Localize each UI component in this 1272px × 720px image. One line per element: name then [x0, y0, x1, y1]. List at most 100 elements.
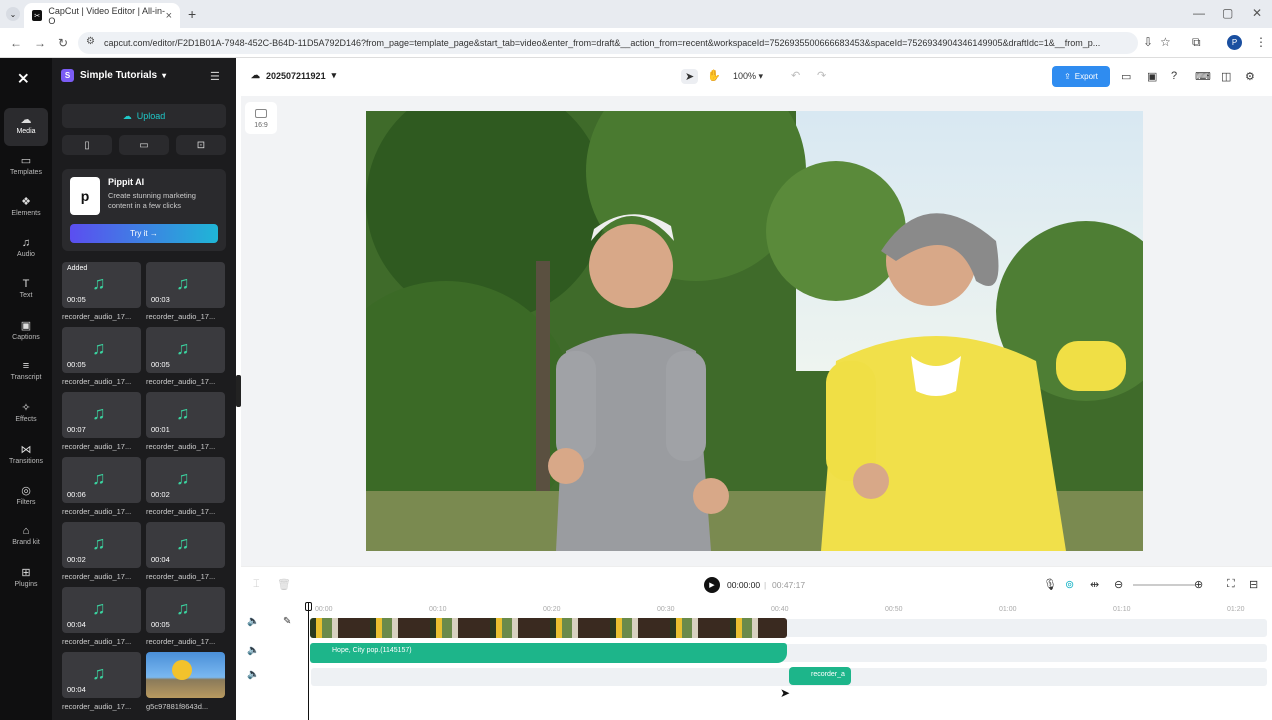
media-audio-tile[interactable]: ♫ 00:04 [62, 587, 141, 633]
split-scene-icon[interactable]: ⇹ [1090, 578, 1099, 591]
nav-media[interactable]: ☁ Media [4, 108, 48, 146]
video-preview-canvas[interactable] [366, 111, 1143, 551]
nav-brand-kit[interactable]: ⌂ Brand kit [4, 520, 48, 558]
media-audio-tile[interactable]: ♫ Added 00:05 [62, 262, 141, 308]
media-audio-tile[interactable]: ♫ 00:03 [146, 262, 225, 308]
media-duration: 00:03 [151, 295, 170, 304]
zoom-dropdown[interactable]: 100% ▾ [733, 71, 763, 82]
undo-icon[interactable]: ↶ [791, 69, 800, 82]
nav-captions[interactable]: ▣ Captions [4, 314, 48, 352]
nav-plugins-icon: ⊞ [21, 567, 31, 580]
aspect-ratio-button[interactable]: 16:9 [245, 102, 277, 134]
try-it-button[interactable]: Try it → [70, 224, 218, 243]
nav-effects[interactable]: ✧ Effects [4, 396, 48, 434]
split-icon[interactable]: ⌶ [253, 578, 260, 591]
phone-upload-button[interactable]: ▯ [62, 135, 112, 155]
back-icon[interactable]: ← [10, 36, 22, 50]
nav-transitions[interactable]: ⋈ Transitions [4, 438, 48, 476]
present-icon[interactable]: ▭ [1121, 70, 1131, 83]
music-audio-clip[interactable]: Hope, City pop.(1145157) [310, 643, 787, 663]
browser-menu-icon[interactable]: ⋮ [1255, 35, 1267, 49]
close-tab-icon[interactable]: × [166, 10, 172, 22]
delete-icon[interactable]: 🗑 [277, 578, 291, 591]
nav-label: Brand kit [12, 539, 40, 546]
music-note-icon: ♫ [92, 338, 106, 358]
nav-audio[interactable]: ♫ Audio [4, 232, 48, 270]
media-audio-tile[interactable]: ♫ 00:05 [146, 327, 225, 373]
record-screen-button[interactable]: ⊡ [176, 135, 226, 155]
install-app-icon[interactable]: ⇩ [1143, 35, 1153, 49]
minimize-icon[interactable]: — [1193, 6, 1205, 20]
media-audio-tile[interactable]: ♫ 00:01 [146, 392, 225, 438]
bookmark-star-icon[interactable]: ☆ [1160, 35, 1171, 49]
nav-elements[interactable]: ❖ Elements [4, 190, 48, 228]
video-clip[interactable] [310, 618, 787, 638]
export-button[interactable]: ⇪ Export [1052, 66, 1110, 87]
maximize-icon[interactable]: ▢ [1222, 6, 1233, 20]
music-note-icon: ♫ [176, 598, 190, 618]
mouse-cursor-icon: ➤ [780, 686, 791, 700]
upload-button[interactable]: ☁ Upload [62, 104, 226, 128]
browser-tab-capcut[interactable]: ✂ CapCut | Video Editor | All-in-O × [24, 3, 180, 28]
zoom-out-icon[interactable]: ⊖ [1114, 578, 1123, 591]
nav-text[interactable]: T Text [4, 273, 48, 311]
record-video-button[interactable]: ▭ [119, 135, 169, 155]
fit-timeline-icon[interactable]: ⛶ [1227, 578, 1235, 591]
tab-search-button[interactable]: ⌄ [6, 7, 20, 21]
reload-icon[interactable]: ↻ [58, 36, 68, 50]
extensions-icon[interactable]: ⧉ [1192, 35, 1201, 50]
nav-transcript-icon: ≡ [22, 360, 30, 373]
media-audio-tile[interactable]: ♫ 00:02 [62, 522, 141, 568]
workspace-selector[interactable]: S Simple Tutorials ▾ [61, 69, 166, 82]
timeline-settings-icon[interactable]: ⊟ [1249, 578, 1258, 591]
time-ruler[interactable]: 00:00 00:10 00:20 00:30 00:40 00:50 01:00 01:10… [311, 602, 1271, 618]
settings-gear-icon[interactable]: ⚙ [1245, 70, 1255, 83]
voice-track-mute-icon[interactable]: 🔈 [247, 669, 259, 680]
ruler-tick-label: 01:10 [1113, 606, 1131, 613]
media-audio-tile[interactable]: ♫ 00:04 [146, 522, 225, 568]
nav-label: Templates [10, 169, 42, 177]
edit-track-icon[interactable]: ✎ [283, 616, 291, 627]
window-close-icon[interactable]: ✕ [1252, 6, 1262, 20]
timeline-zoom-slider[interactable] [1133, 584, 1195, 586]
capcut-logo-icon[interactable]: ⨯ [17, 69, 30, 87]
layout-icon[interactable]: ◫ [1221, 70, 1231, 83]
play-button[interactable]: ▶ [704, 577, 720, 593]
media-audio-tile[interactable]: ♫ 00:04 [62, 652, 141, 698]
auto-snap-icon[interactable]: ⊚ [1065, 578, 1074, 591]
zoom-in-icon[interactable]: ⊕ [1194, 578, 1203, 591]
panel-menu-icon[interactable]: ☰ [210, 70, 220, 83]
media-filename: recorder_audio_17... [62, 507, 132, 516]
media-audio-tile[interactable]: ♫ 00:05 [146, 587, 225, 633]
nav-plugins[interactable]: ⊞ Plugins [4, 561, 48, 599]
media-audio-tile[interactable]: ♫ 00:02 [146, 457, 225, 503]
hand-tool-icon[interactable]: ✋ [707, 69, 721, 82]
media-audio-tile[interactable]: ♫ 00:07 [62, 392, 141, 438]
media-audio-tile[interactable]: ♫ 00:06 [62, 457, 141, 503]
help-icon[interactable]: ? [1171, 70, 1177, 82]
url-field[interactable]: ⚙ capcut.com/editor/F2D1B01A-7948-452C-B… [78, 32, 1138, 54]
nav-filters[interactable]: ◎ Filters [4, 479, 48, 517]
ruler-tick-label: 01:00 [999, 606, 1017, 613]
keyboard-icon[interactable]: ⌨ [1195, 70, 1211, 83]
nav-templates[interactable]: ▭ Templates [4, 149, 48, 187]
new-tab-button[interactable]: + [188, 6, 196, 22]
forward-icon[interactable]: → [34, 36, 46, 50]
current-time: 00:00:00 [727, 580, 761, 590]
recorder-audio-clip[interactable]: recorder_a [789, 667, 851, 685]
media-audio-tile[interactable]: ♫ 00:05 [62, 327, 141, 373]
playhead[interactable] [308, 602, 309, 720]
microphone-icon[interactable]: 🎙 [1043, 578, 1057, 591]
upload-label: Upload [136, 111, 166, 121]
audio-track-icon[interactable]: 🔈 [247, 645, 259, 656]
video-track-mute-icon[interactable]: 🔈 [247, 616, 259, 627]
site-info-icon[interactable]: ⚙ [86, 36, 95, 47]
select-pointer-icon[interactable]: ➤ [681, 69, 699, 84]
left-nav-rail: ⨯ ☁ Media ▭ Templates ❖ Elements ♫ Audio T Text ▣ C… [0, 58, 52, 720]
nav-transcript[interactable]: ≡ Transcript [4, 355, 48, 393]
redo-icon[interactable]: ↷ [817, 69, 826, 82]
profile-avatar[interactable]: P [1227, 35, 1242, 50]
notifications-icon[interactable]: ▣ [1147, 70, 1157, 83]
media-image-tile[interactable] [146, 652, 225, 698]
project-name-dropdown[interactable]: ☁ 202507211921 ▾ [251, 70, 336, 81]
